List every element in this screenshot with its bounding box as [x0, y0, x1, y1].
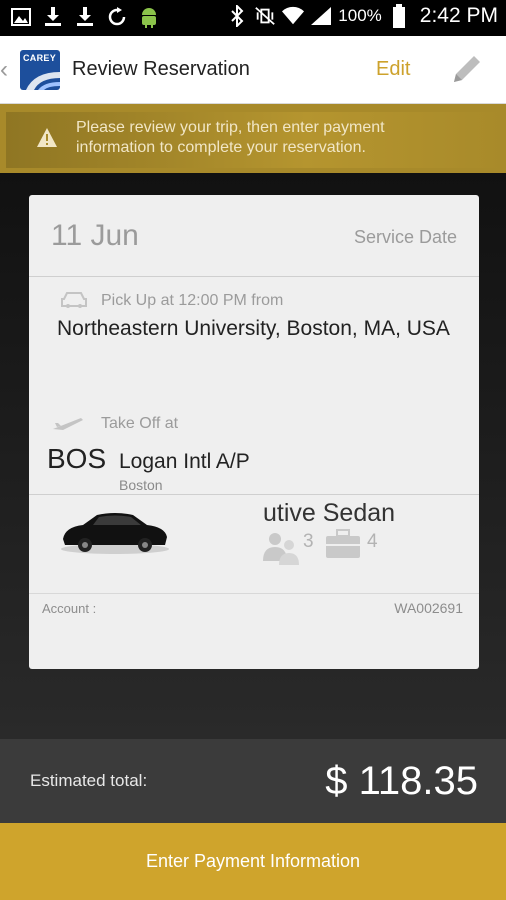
download-icon	[42, 6, 64, 28]
signal-icon	[310, 5, 332, 27]
airport-code: BOS	[47, 443, 107, 474]
pickup-address: Northeastern University, Boston, MA, USA	[57, 317, 450, 340]
enter-payment-button[interactable]: Enter Payment Information	[0, 823, 506, 900]
app-bar: ‹ CAREY Review Reservation Edit	[0, 36, 506, 104]
luggage-icon	[325, 529, 361, 559]
bluetooth-icon	[226, 5, 248, 27]
estimated-total-value: $ 118.35	[325, 759, 478, 803]
airport-city: Boston	[119, 477, 163, 493]
service-date-value: 11 Jun	[51, 219, 139, 252]
account-number: WA002691	[394, 600, 463, 616]
service-date-label: Service Date	[353, 227, 457, 247]
divider	[29, 494, 479, 495]
page-title: Review Reservation	[72, 58, 250, 80]
account-label: Account :	[42, 601, 97, 616]
android-icon	[138, 6, 160, 28]
download-icon	[74, 6, 96, 28]
banner-message: Please review your trip, then enter paym…	[76, 119, 385, 156]
wifi-icon	[282, 5, 305, 27]
battery-percent: 100%	[338, 6, 382, 25]
pencil-icon[interactable]	[448, 50, 486, 88]
sedan-car-image	[59, 505, 171, 555]
divider	[29, 593, 479, 594]
airplane-icon	[53, 417, 83, 431]
takeoff-label: Take Off at	[101, 415, 179, 432]
carey-logo[interactable]: CAREY	[20, 50, 60, 90]
total-bar: Estimated total: $ 118.35	[0, 739, 506, 823]
info-banner: Please review your trip, then enter paym…	[0, 104, 506, 173]
status-right-icons: 100% 2:42 PM	[226, 4, 498, 28]
estimated-total-label: Estimated total:	[30, 771, 148, 790]
passengers-icon	[261, 531, 301, 565]
vehicle-name: utive Sedan	[263, 499, 396, 527]
warning-icon	[36, 127, 58, 149]
pickup-label: Pick Up at 12:00 PM from	[101, 292, 284, 309]
edit-button[interactable]: Edit	[376, 58, 410, 81]
back-chevron-icon[interactable]: ‹	[0, 56, 8, 84]
status-bar: 100% 2:42 PM	[0, 0, 506, 36]
bag-count: 4	[367, 531, 378, 552]
car-icon	[61, 291, 87, 309]
passenger-count: 3	[303, 531, 314, 552]
reservation-card: 11 Jun Service Date Pick Up at 12:00 PM …	[29, 195, 479, 669]
battery-icon	[388, 4, 410, 28]
clock: 2:42 PM	[419, 4, 498, 27]
divider	[29, 276, 479, 277]
image-icon	[10, 6, 32, 28]
airport-name: Logan Intl A/P	[119, 450, 250, 473]
sync-icon	[106, 6, 128, 28]
status-left-icons	[10, 6, 160, 28]
mute-vibrate-icon	[254, 5, 276, 27]
